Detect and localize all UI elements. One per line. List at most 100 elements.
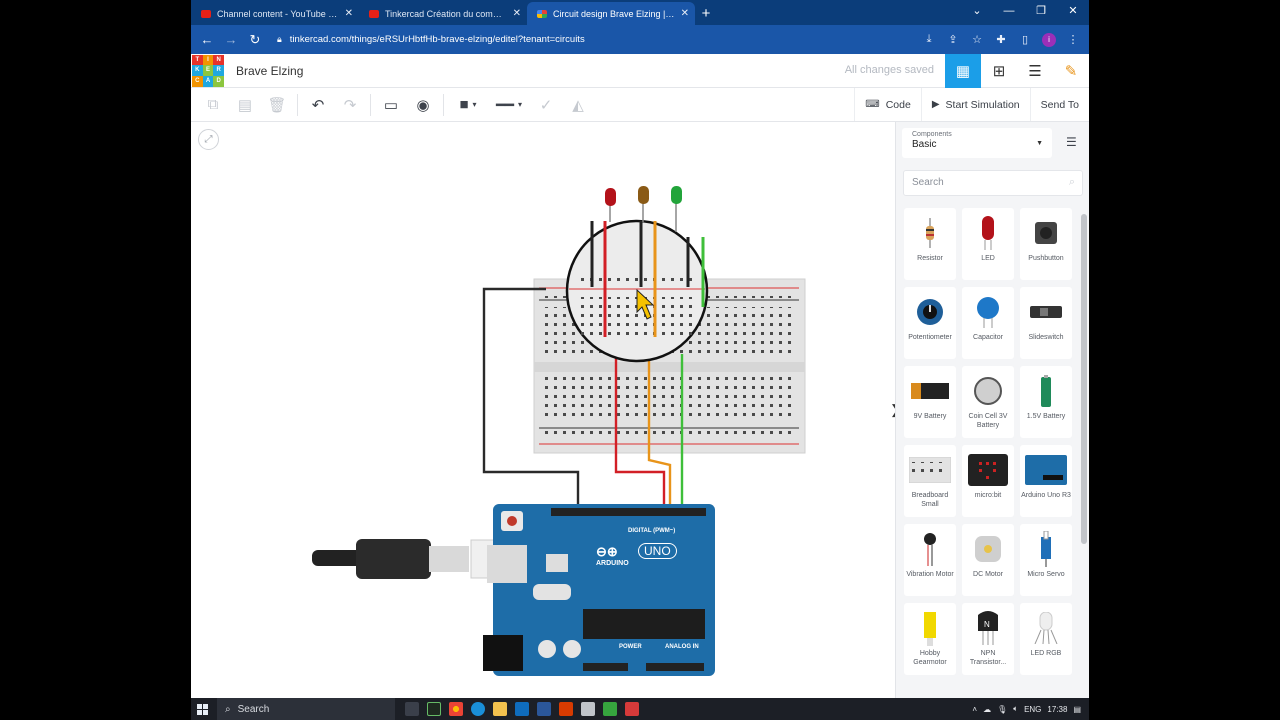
clock[interactable]: 17:38 — [1047, 705, 1067, 714]
analog-label: ANALOG IN — [665, 644, 699, 650]
arduino-uno-board[interactable] — [483, 504, 715, 676]
taskbar-apps — [405, 702, 639, 716]
components-dropdown[interactable]: Components Basic ▼ — [902, 128, 1052, 158]
wire-color-picker[interactable]: ■ ▾ — [448, 90, 488, 120]
windows-start-icon[interactable] — [191, 698, 213, 720]
component-card[interactable]: Coin Cell 3V Battery — [962, 366, 1014, 438]
chevron-down-icon[interactable]: ⌄ — [961, 0, 993, 23]
volume-icon[interactable]: 🔈︎ — [1013, 704, 1018, 714]
reload-icon[interactable]: ↻ — [245, 30, 265, 50]
browser-tab[interactable]: Channel content - YouTube Studio ✕ — [191, 2, 359, 25]
new-tab-button[interactable]: + — [695, 2, 717, 25]
delete-icon[interactable]: 🗑︎ — [261, 90, 293, 120]
component-card[interactable]: Capacitor — [962, 287, 1014, 359]
arduino-brand: ARDUINO — [596, 560, 629, 567]
arduino-logo: ⊖⊕ — [596, 544, 618, 559]
component-list-icon[interactable]: ☰ — [1017, 54, 1053, 88]
component-search-input[interactable]: Search ⌕ — [903, 170, 1083, 196]
circuit-view-icon[interactable]: ▦ — [945, 54, 981, 88]
app-green-icon[interactable] — [603, 702, 617, 716]
browser-tab-active[interactable]: Circuit design Brave Elzing | Tinkercad … — [527, 2, 695, 25]
circuit-canvas[interactable]: ⤢ ⊖⊕ ARDUINO UNO DIGITAL (PWM~) POWER AN… — [191, 122, 901, 698]
taskbar-search-label: Search — [237, 703, 270, 715]
wire-type-picker[interactable]: ━━ ▾ — [488, 90, 530, 120]
tinkercad-logo[interactable]: TIN KER CAD — [192, 54, 224, 87]
code-button[interactable]: ⌨︎ Code — [854, 88, 921, 121]
redo-icon[interactable]: ↷ — [334, 90, 366, 120]
component-card[interactable]: Potentiometer — [904, 287, 956, 359]
component-card[interactable]: 1.5V Battery — [1020, 366, 1072, 438]
component-card[interactable]: Vibration Motor — [904, 524, 956, 596]
file-explorer-icon[interactable] — [493, 702, 507, 716]
extensions-icon[interactable]: ✚ — [991, 30, 1011, 50]
app-red-icon[interactable] — [625, 702, 639, 716]
component-card[interactable]: Arduino Uno R3 — [1020, 445, 1072, 517]
chrome-icon[interactable] — [449, 702, 463, 716]
widgets-icon[interactable] — [427, 702, 441, 716]
component-card[interactable]: 9V Battery — [904, 366, 956, 438]
coin-cell-icon — [966, 372, 1010, 410]
component-card[interactable]: Resistor — [904, 208, 956, 280]
chrome-active-icon[interactable] — [581, 702, 595, 716]
minimize-icon[interactable]: — — [993, 0, 1025, 23]
language-indicator[interactable]: ENG — [1024, 705, 1041, 714]
copy-icon[interactable]: ⧉ — [197, 90, 229, 120]
chevron-up-icon[interactable]: ˄ — [972, 705, 977, 714]
close-icon[interactable]: ✕ — [681, 8, 689, 19]
window-controls: ⌄ — ❐ ✕ — [961, 0, 1089, 23]
close-icon[interactable]: ✕ — [345, 8, 353, 19]
profile-button[interactable]: i — [1039, 30, 1059, 50]
notifications-icon[interactable]: ▤ — [1073, 705, 1081, 714]
component-card[interactable]: LED — [962, 208, 1014, 280]
component-card[interactable]: Micro Servo — [1020, 524, 1072, 596]
word-icon[interactable] — [537, 702, 551, 716]
component-card[interactable]: DC Motor — [962, 524, 1014, 596]
close-icon[interactable]: ✕ — [513, 8, 521, 19]
menu-kebab-icon[interactable]: ⋮ — [1063, 30, 1083, 50]
onedrive-icon[interactable]: ☁ — [983, 705, 991, 714]
back-icon[interactable]: ← — [197, 30, 217, 50]
flip-icon[interactable]: ◭ — [562, 90, 594, 120]
forward-icon[interactable]: → — [221, 30, 241, 50]
list-view-icon[interactable]: ☰ — [1066, 135, 1077, 149]
schematic-view-icon[interactable]: ⊞ — [981, 54, 1017, 88]
component-card[interactable]: Slideswitch — [1020, 287, 1072, 359]
browser-tab[interactable]: Tinkercad Création du compte - ✕ — [359, 2, 527, 25]
rotate-icon[interactable]: ✓ — [530, 90, 562, 120]
project-title[interactable]: Brave Elzing — [236, 64, 303, 78]
close-window-icon[interactable]: ✕ — [1057, 0, 1089, 23]
notes-icon[interactable]: ▭ — [375, 90, 407, 120]
store-icon[interactable] — [515, 702, 529, 716]
star-icon[interactable]: ☆ — [967, 30, 987, 50]
power-label: POWER — [619, 644, 642, 650]
component-card[interactable]: micro:bit — [962, 445, 1014, 517]
start-simulation-button[interactable]: ▶ Start Simulation — [920, 88, 1030, 121]
component-name: Micro Servo — [1027, 571, 1065, 578]
notes-visibility-icon[interactable]: ◉ — [407, 90, 439, 120]
code-icon: ⌨︎ — [865, 99, 880, 110]
url-field[interactable]: 🔒︎ tinkercad.com/things/eRSUrHbtfHb-brav… — [269, 29, 915, 51]
share-feather-icon[interactable]: ✎ — [1053, 54, 1089, 88]
component-card[interactable]: Hobby Gearmotor — [904, 603, 956, 675]
send-to-button[interactable]: Send To — [1029, 88, 1089, 121]
system-tray: ˄ ☁ 🎙︎ 🔈︎ ENG 17:38 ▤ — [972, 698, 1081, 720]
scrollbar-thumb[interactable] — [1081, 214, 1087, 544]
paste-icon[interactable]: ▤ — [229, 90, 261, 120]
component-card[interactable]: N NPN Transistor... — [962, 603, 1014, 675]
panel-scrollbar[interactable] — [1080, 210, 1088, 698]
microphone-icon[interactable]: 🎙︎ — [997, 705, 1007, 714]
powerpoint-icon[interactable] — [559, 702, 573, 716]
component-card[interactable]: Breadboard Small — [904, 445, 956, 517]
edge-icon[interactable] — [471, 702, 485, 716]
share-icon[interactable]: ⇪ — [943, 30, 963, 50]
undo-icon[interactable]: ↶ — [302, 90, 334, 120]
restore-icon[interactable]: ❐ — [1025, 0, 1057, 23]
taskbar-search[interactable]: ⌕ Search — [217, 698, 395, 720]
component-card[interactable]: LED RGB — [1020, 603, 1072, 675]
task-view-icon[interactable] — [405, 702, 419, 716]
sidepanel-icon[interactable]: ▯ — [1015, 30, 1035, 50]
vibration-motor-icon — [908, 530, 952, 568]
install-icon[interactable]: ⤓ — [919, 30, 939, 50]
send-label: Send To — [1040, 98, 1079, 111]
component-card[interactable]: Pushbutton — [1020, 208, 1072, 280]
